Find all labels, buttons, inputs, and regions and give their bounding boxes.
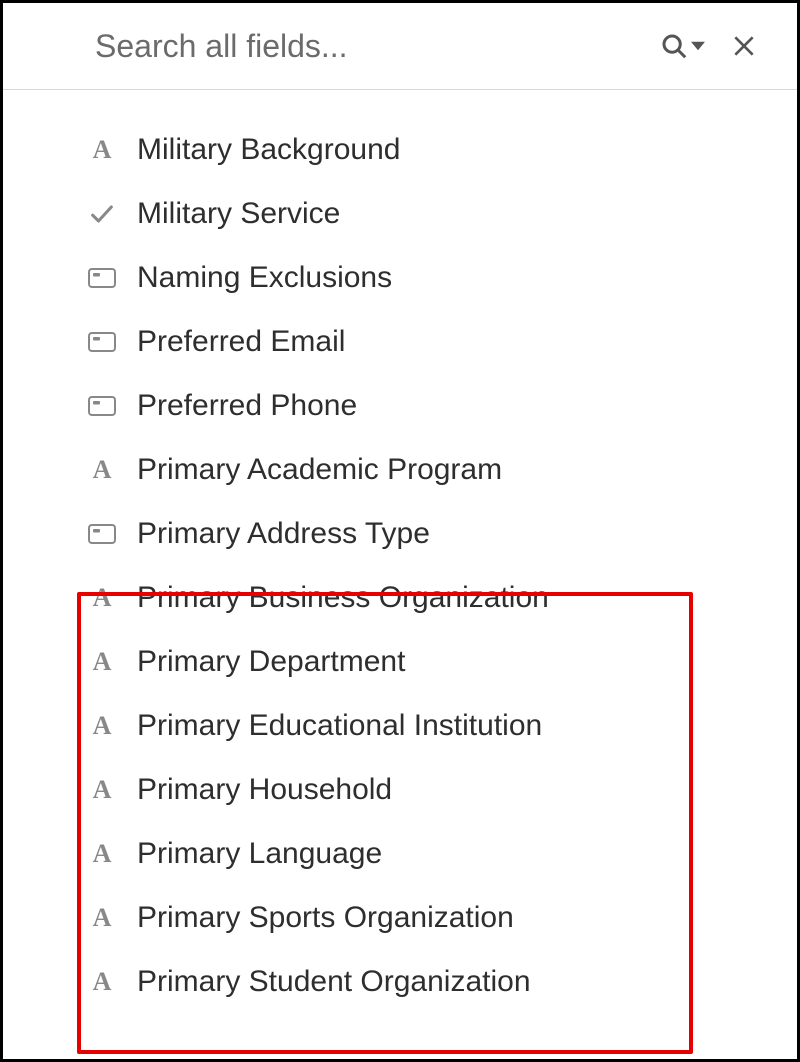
field-item-primary-student-organization[interactable]: A Primary Student Organization: [87, 950, 757, 1014]
field-item-primary-language[interactable]: A Primary Language: [87, 822, 757, 886]
search-icon: [659, 31, 689, 61]
field-label: Military Service: [137, 197, 340, 231]
close-button[interactable]: [725, 27, 763, 65]
boxed-type-icon: [87, 327, 117, 357]
field-item-primary-educational-institution[interactable]: A Primary Educational Institution: [87, 694, 757, 758]
boxed-type-icon: [87, 263, 117, 293]
boxed-type-icon: [87, 391, 117, 421]
text-type-icon: A: [87, 839, 117, 869]
field-item-military-background[interactable]: A Military Background: [87, 118, 757, 182]
field-label: Primary Academic Program: [137, 453, 502, 487]
field-item-primary-business-organization[interactable]: A Primary Business Organization: [87, 566, 757, 630]
search-button[interactable]: [653, 25, 711, 67]
field-label: Primary Household: [137, 773, 392, 807]
text-type-icon: A: [87, 135, 117, 165]
field-item-primary-academic-program[interactable]: A Primary Academic Program: [87, 438, 757, 502]
close-icon: [731, 33, 757, 59]
field-list: A Military Background Military Service N…: [3, 90, 797, 1059]
field-item-primary-department[interactable]: A Primary Department: [87, 630, 757, 694]
field-item-primary-sports-organization[interactable]: A Primary Sports Organization: [87, 886, 757, 950]
field-item-naming-exclusions[interactable]: Naming Exclusions: [87, 246, 757, 310]
field-item-preferred-phone[interactable]: Preferred Phone: [87, 374, 757, 438]
field-item-primary-address-type[interactable]: Primary Address Type: [87, 502, 757, 566]
search-input[interactable]: [93, 27, 653, 66]
boxed-type-icon: [87, 519, 117, 549]
text-type-icon: A: [87, 583, 117, 613]
field-label: Primary Sports Organization: [137, 901, 514, 935]
field-label: Preferred Phone: [137, 389, 357, 423]
field-label: Primary Educational Institution: [137, 709, 542, 743]
field-label: Primary Student Organization: [137, 965, 531, 999]
text-type-icon: A: [87, 455, 117, 485]
field-label: Primary Address Type: [137, 517, 430, 551]
field-label: Primary Language: [137, 837, 382, 871]
text-type-icon: A: [87, 967, 117, 997]
field-item-preferred-email[interactable]: Preferred Email: [87, 310, 757, 374]
text-type-icon: A: [87, 711, 117, 741]
text-type-icon: A: [87, 775, 117, 805]
field-item-military-service[interactable]: Military Service: [87, 182, 757, 246]
field-label: Preferred Email: [137, 325, 345, 359]
search-row: [3, 3, 797, 90]
field-label: Military Background: [137, 133, 400, 167]
dropdown-caret-icon: [691, 39, 705, 53]
text-type-icon: A: [87, 903, 117, 933]
check-type-icon: [87, 199, 117, 229]
text-type-icon: A: [87, 647, 117, 677]
field-label: Naming Exclusions: [137, 261, 392, 295]
field-label: Primary Department: [137, 645, 405, 679]
field-label: Primary Business Organization: [137, 581, 549, 615]
field-item-primary-household[interactable]: A Primary Household: [87, 758, 757, 822]
field-picker-panel: A Military Background Military Service N…: [0, 0, 800, 1062]
